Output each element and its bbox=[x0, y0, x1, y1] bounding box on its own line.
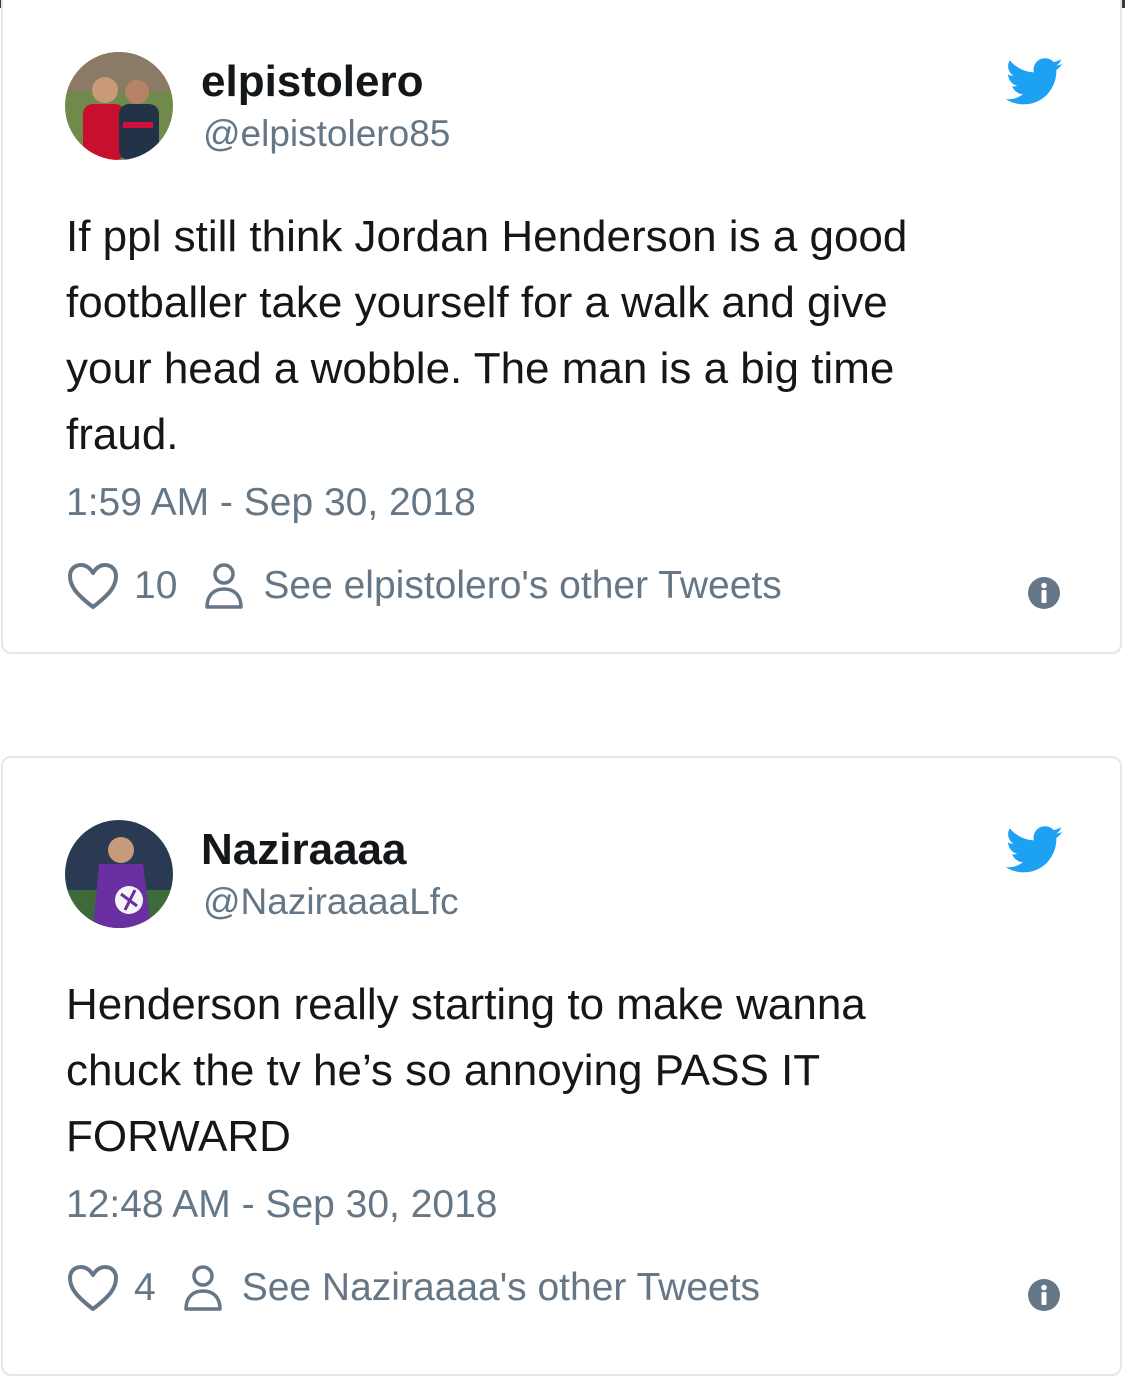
twitter-bird-icon[interactable] bbox=[1006, 58, 1064, 106]
tweet-actions: 4 See Naziraaaa's other Tweets bbox=[66, 1258, 760, 1318]
tweet-text: Henderson really starting to make wanna … bbox=[66, 980, 866, 1161]
person-icon[interactable] bbox=[203, 561, 245, 611]
tweet-actions: 10 See elpistolero's other Tweets bbox=[66, 556, 782, 616]
see-other-tweets-link[interactable]: See Naziraaaa's other Tweets bbox=[242, 1266, 760, 1310]
tweet-timestamp[interactable]: 1:59 AM - Sep 30, 2018 bbox=[66, 480, 476, 526]
like-count[interactable]: 4 bbox=[134, 1266, 156, 1310]
tweet-card[interactable]: Naziraaaa @NaziraaaaLfc Henderson really… bbox=[1, 756, 1122, 1376]
heart-icon[interactable] bbox=[66, 561, 120, 611]
person-icon[interactable] bbox=[182, 1263, 224, 1313]
tweet-timestamp[interactable]: 12:48 AM - Sep 30, 2018 bbox=[66, 1182, 497, 1228]
display-name[interactable]: Naziraaaa bbox=[201, 824, 406, 876]
info-icon[interactable] bbox=[1027, 576, 1061, 610]
info-icon[interactable] bbox=[1027, 1278, 1061, 1312]
display-name[interactable]: elpistolero bbox=[201, 56, 424, 108]
tweet-text: If ppl still think Jordan Henderson is a… bbox=[66, 212, 908, 459]
heart-icon[interactable] bbox=[66, 1263, 120, 1313]
user-handle[interactable]: @NaziraaaaLfc bbox=[203, 880, 459, 924]
twitter-bird-icon[interactable] bbox=[1006, 826, 1064, 874]
like-count[interactable]: 10 bbox=[134, 564, 177, 608]
avatar[interactable] bbox=[65, 52, 173, 160]
tweet-card[interactable]: elpistolero @elpistolero85 If ppl still … bbox=[1, 0, 1122, 654]
see-other-tweets-link[interactable]: See elpistolero's other Tweets bbox=[263, 564, 781, 608]
avatar[interactable] bbox=[65, 820, 173, 928]
user-handle[interactable]: @elpistolero85 bbox=[203, 112, 450, 156]
